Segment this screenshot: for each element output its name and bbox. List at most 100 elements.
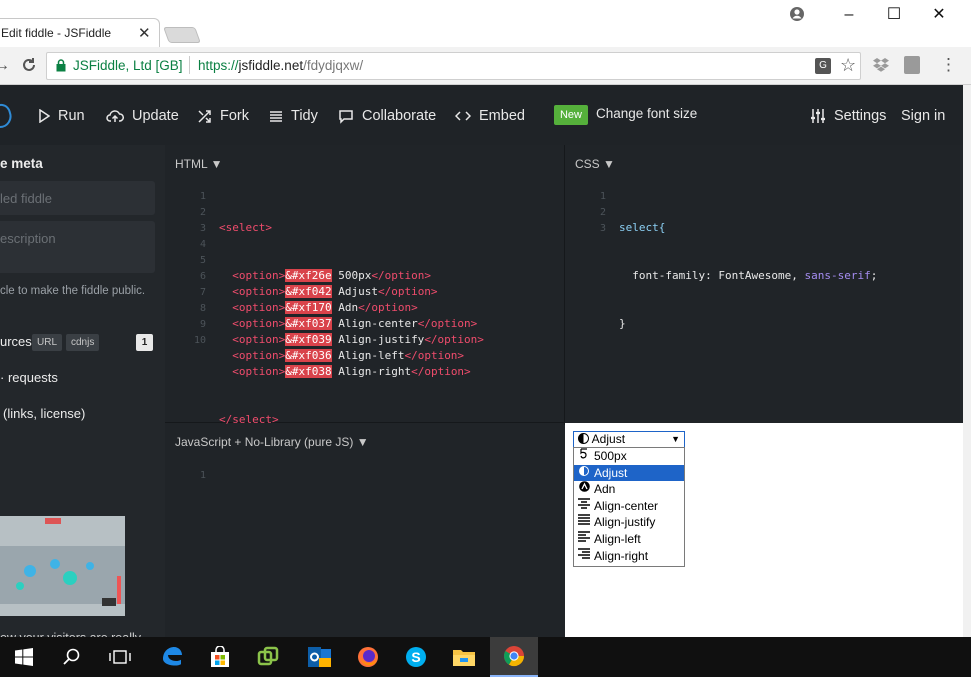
- align-lines-icon: [270, 111, 282, 122]
- page-scrollbar[interactable]: [963, 85, 971, 637]
- option-label: Align-center: [594, 498, 659, 513]
- minimize-button[interactable]: –: [826, 6, 872, 26]
- cloud-upload-icon: [106, 110, 124, 122]
- taskbar-outlook[interactable]: [296, 637, 344, 677]
- line-number: 1: [599, 191, 606, 202]
- sliders-icon: [811, 109, 825, 123]
- code-entity: &#xf170: [285, 301, 332, 314]
- fork-button[interactable]: Fork: [197, 106, 249, 126]
- select-option[interactable]: Align-justify: [574, 514, 684, 531]
- tidy-button[interactable]: Tidy: [269, 106, 318, 126]
- new-tab-button[interactable]: [163, 27, 201, 43]
- line-number: 2: [599, 207, 606, 218]
- url-pill[interactable]: URL: [32, 334, 63, 351]
- links-license-link[interactable]: (links, license): [3, 406, 85, 421]
- url-host: jsfiddle.net: [238, 58, 304, 73]
- bookmark-star-icon[interactable]: ☆: [840, 55, 856, 76]
- fiddle-description-placeholder: escription: [0, 231, 56, 246]
- ajax-requests-link[interactable]: · requests: [0, 370, 58, 385]
- cdnjs-pill[interactable]: cdnjs: [66, 334, 100, 351]
- css-panel-header[interactable]: CSS ▼: [575, 157, 615, 171]
- code-line: <option>&#xf042 Adjust</option>: [219, 284, 484, 300]
- skype-icon: S: [406, 647, 426, 667]
- taskbar-firefox[interactable]: [344, 637, 392, 677]
- select-option[interactable]: Align-left: [574, 531, 684, 548]
- select-option[interactable]: Adn: [574, 481, 684, 498]
- profile-icon[interactable]: [789, 6, 811, 26]
- select-option[interactable]: Align-right: [574, 547, 684, 565]
- code-line: font-family: FontAwesome, sans-serif;: [619, 268, 877, 284]
- 500px-icon: [578, 448, 590, 465]
- task-view-button[interactable]: [96, 637, 144, 677]
- sign-in-button[interactable]: Sign in: [901, 106, 945, 126]
- promo-image[interactable]: [0, 516, 125, 616]
- maximize-button[interactable]: ☐: [871, 6, 917, 26]
- collaborate-button[interactable]: Collaborate: [338, 106, 436, 126]
- settings-button[interactable]: Settings: [810, 106, 886, 126]
- dropdown-arrow-icon: ▼: [671, 434, 680, 444]
- code-entity: &#xf038: [285, 365, 332, 378]
- dropbox-icon[interactable]: [872, 57, 890, 78]
- code-tag: <option>: [232, 365, 286, 378]
- code-tag: </option>: [358, 301, 418, 314]
- start-button[interactable]: [0, 637, 48, 677]
- translate-icon[interactable]: G: [815, 58, 831, 74]
- tab-title: Edit fiddle - JSFiddle: [1, 26, 112, 40]
- code-line: <option>&#xf26e 500px</option>: [219, 268, 484, 284]
- svg-text:S: S: [411, 649, 420, 665]
- css-close-brace: }: [619, 317, 626, 330]
- option-label: Align-justify: [594, 515, 656, 530]
- url-text[interactable]: https://jsfiddle.net/fdydjqxw/: [198, 58, 363, 73]
- taskbar-edge[interactable]: [148, 637, 196, 677]
- js-code-editor[interactable]: [219, 468, 559, 628]
- search-button[interactable]: [48, 637, 96, 677]
- embed-button[interactable]: Embed: [455, 106, 525, 126]
- adjust-icon: [578, 465, 590, 482]
- run-button[interactable]: Run: [38, 106, 85, 126]
- font-icon-select[interactable]: Adjust ▼: [573, 431, 685, 448]
- line-number: 2: [199, 207, 206, 218]
- select-option[interactable]: 500px: [574, 448, 684, 465]
- code-line: <option>&#xf036 Align-left</option>: [219, 348, 484, 364]
- jsfiddle-logo-icon[interactable]: [0, 101, 12, 136]
- line-number: 8: [199, 303, 206, 314]
- line-number: 6: [199, 271, 206, 282]
- taskbar-chrome[interactable]: [490, 637, 538, 677]
- html-panel-header[interactable]: HTML ▼: [175, 157, 222, 171]
- search-icon: [63, 648, 80, 665]
- css-value-2: sans-serif: [804, 269, 871, 282]
- browser-tab[interactable]: Edit fiddle - JSFiddle: [0, 18, 160, 47]
- taskbar-vmware[interactable]: [244, 637, 292, 677]
- tab-close-icon[interactable]: ✕: [138, 24, 151, 42]
- reload-icon[interactable]: [20, 56, 38, 79]
- panel-divider-vertical[interactable]: [564, 145, 565, 425]
- pdf-extension-icon[interactable]: [904, 56, 920, 74]
- taskbar-file-explorer[interactable]: [440, 637, 488, 677]
- select-option[interactable]: Adjust: [574, 464, 684, 482]
- close-window-button[interactable]: ✕: [916, 6, 962, 26]
- css-colon: :: [705, 269, 719, 282]
- taskbar-store[interactable]: [196, 637, 244, 677]
- back-arrow-icon[interactable]: →: [0, 57, 10, 75]
- code-tag: </option>: [404, 349, 465, 362]
- css-code-editor[interactable]: select{ font-family: FontAwesome, sans-s…: [619, 188, 877, 348]
- update-button[interactable]: Update: [106, 106, 179, 126]
- taskbar-skype[interactable]: S: [392, 637, 440, 677]
- fiddle-name-field[interactable]: led fiddle: [0, 181, 155, 215]
- code-entity: &#xf042: [285, 285, 332, 298]
- html-panel-title: HTML: [175, 157, 208, 171]
- settings-label: Settings: [834, 108, 887, 124]
- url-path: /fdydjqxw/: [303, 58, 364, 73]
- code-tag: </option>: [371, 269, 431, 282]
- html-code-editor[interactable]: <select> <option>&#xf26e 500px</option> …: [219, 188, 484, 492]
- line-number: 7: [199, 287, 206, 298]
- line-number: 3: [599, 223, 606, 234]
- lock-icon[interactable]: [56, 59, 66, 77]
- fiddle-description-field[interactable]: escription: [0, 221, 155, 273]
- select-option[interactable]: Align-center: [574, 497, 684, 515]
- css-gutter: 1 2 3: [592, 189, 606, 237]
- change-font-size-link[interactable]: Change font size: [596, 106, 697, 121]
- menu-kebab-icon[interactable]: ⋮: [940, 56, 957, 74]
- resources-label[interactable]: urces: [0, 334, 32, 349]
- store-icon: [211, 646, 229, 667]
